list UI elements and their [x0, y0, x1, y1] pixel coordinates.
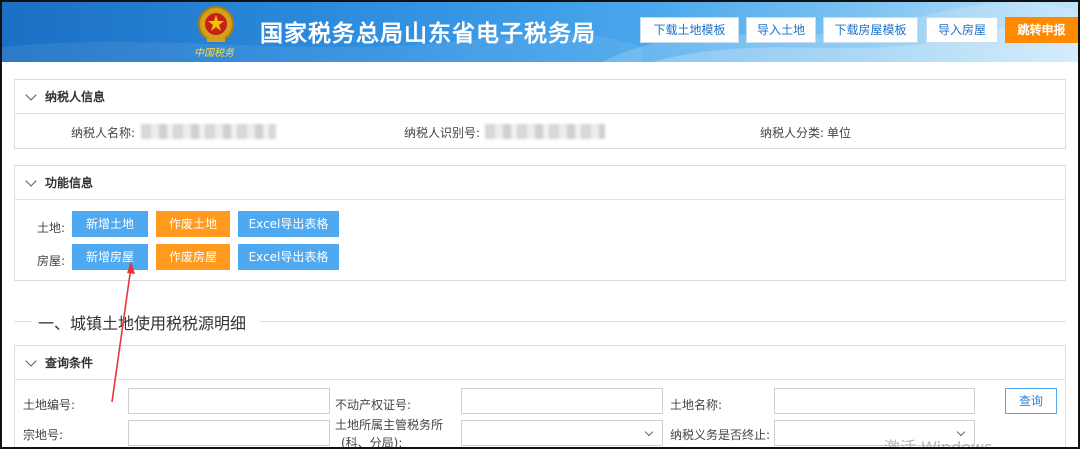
- house-row-label: 房屋:: [37, 254, 66, 268]
- land-row-label: 土地:: [37, 221, 66, 235]
- property-cert-label: 不动产权证号:: [335, 398, 412, 412]
- obligation-terminated-label: 纳税义务是否终止:: [670, 428, 771, 442]
- tax-office-label-line2: (科、分局):: [341, 436, 403, 449]
- taxpayer-id-value-redacted: [485, 124, 605, 139]
- chevron-down-icon: [644, 427, 654, 437]
- tax-emblem-logo: 中国税务: [192, 4, 240, 59]
- chevron-down-icon: [25, 174, 37, 187]
- land-use-tax-section-heading: 一、城镇土地使用税税源明细: [38, 314, 247, 333]
- parcel-no-label: 宗地号:: [23, 428, 64, 442]
- void-land-button[interactable]: 作废土地: [156, 211, 230, 237]
- chevron-down-icon: [25, 354, 37, 367]
- import-house-button[interactable]: 导入房屋: [926, 17, 998, 43]
- property-cert-input[interactable]: [461, 388, 663, 414]
- tax-office-select[interactable]: [461, 420, 663, 446]
- windows-activation-watermark: 激活 Windows: [884, 438, 993, 449]
- emblem-caption: 中国税务: [194, 48, 234, 59]
- add-house-button[interactable]: 新增房屋: [72, 244, 148, 270]
- download-land-template-button[interactable]: 下载土地模板: [640, 17, 739, 43]
- section-divider-left: [14, 321, 32, 322]
- function-info-title: 功能信息: [45, 176, 94, 190]
- land-name-input[interactable]: [774, 388, 975, 414]
- app-frame: 中国税务 国家税务总局山东省电子税务局 下载土地模板 导入土地 下载房屋模板 导…: [0, 0, 1080, 449]
- taxpayer-info-panel: 纳税人信息 纳税人名称: 纳税人识别号: 纳税人分类: 单位: [14, 79, 1066, 149]
- jump-declare-button[interactable]: 跳转申报: [1005, 17, 1078, 43]
- query-title: 查询条件: [45, 356, 94, 370]
- download-house-template-button[interactable]: 下载房屋模板: [823, 17, 918, 43]
- taxpayer-name-label: 纳税人名称:: [71, 126, 136, 140]
- tax-office-label-line1: 土地所属主管税务所: [335, 418, 444, 432]
- land-no-label: 土地编号:: [23, 398, 76, 412]
- site-title: 国家税务总局山东省电子税务局: [260, 21, 596, 47]
- function-info-header[interactable]: 功能信息: [15, 166, 1065, 200]
- export-land-excel-button[interactable]: Excel导出表格: [238, 211, 339, 237]
- export-house-excel-button[interactable]: Excel导出表格: [238, 244, 339, 270]
- taxpayer-info-row: 纳税人名称: 纳税人识别号: 纳税人分类: 单位: [15, 114, 1065, 148]
- import-land-button[interactable]: 导入土地: [746, 17, 816, 43]
- land-name-label: 土地名称:: [670, 398, 723, 412]
- taxpayer-id-label: 纳税人识别号:: [404, 126, 481, 140]
- chevron-down-icon: [25, 88, 37, 101]
- query-header[interactable]: 查询条件: [15, 346, 1065, 380]
- query-button[interactable]: 查询: [1005, 388, 1057, 414]
- section-divider-right: [260, 321, 1066, 322]
- taxpayer-name-value-redacted: [141, 124, 276, 139]
- taxpayer-info-title: 纳税人信息: [45, 90, 106, 104]
- header-banner: 中国税务 国家税务总局山东省电子税务局 下载土地模板 导入土地 下载房屋模板 导…: [2, 2, 1078, 62]
- land-no-input[interactable]: [128, 388, 330, 414]
- parcel-no-input[interactable]: [128, 420, 330, 446]
- add-land-button[interactable]: 新增土地: [72, 211, 148, 237]
- taxpayer-info-header[interactable]: 纳税人信息: [15, 80, 1065, 114]
- taxpayer-category-label: 纳税人分类:: [760, 126, 825, 140]
- taxpayer-category-value: 单位: [827, 126, 852, 140]
- void-house-button[interactable]: 作废房屋: [156, 244, 230, 270]
- function-info-panel: 功能信息 土地: 新增土地 作废土地 Excel导出表格 房屋: 新增房屋 作废…: [14, 165, 1066, 281]
